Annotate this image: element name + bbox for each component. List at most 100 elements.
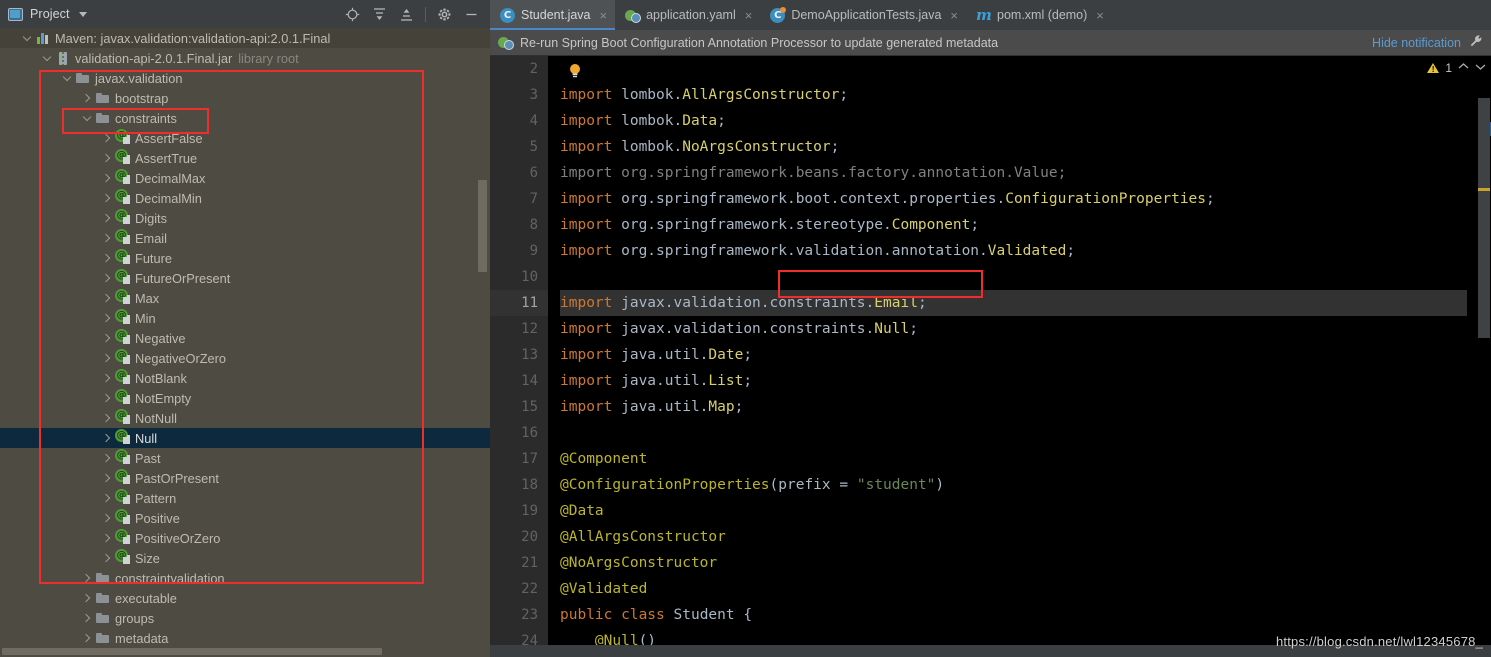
tree-row[interactable]: executable [0,588,490,608]
tree-row[interactable]: NegativeOrZero [0,348,490,368]
chevron-right-icon[interactable] [100,132,113,145]
code-line[interactable] [560,56,1491,82]
chevron-right-icon[interactable] [100,352,113,365]
tree-row[interactable]: PastOrPresent [0,468,490,488]
tree-row[interactable]: Min [0,308,490,328]
chevron-right-icon[interactable] [100,472,113,485]
code-line[interactable]: @Component [560,446,1491,472]
next-problem-icon[interactable] [1475,62,1486,74]
chevron-right-icon[interactable] [100,152,113,165]
code-line[interactable]: @NoArgsConstructor [560,550,1491,576]
tree-row[interactable]: Maven: javax.validation:validation-api:2… [0,28,490,48]
chevron-right-icon[interactable] [100,172,113,185]
project-tree-vertical-scrollbar[interactable] [478,180,487,272]
chevron-right-icon[interactable] [100,192,113,205]
chevron-right-icon[interactable] [100,392,113,405]
expand-all-icon[interactable] [371,6,388,23]
code-line[interactable]: public class Student { [560,602,1491,628]
project-panel-title-group[interactable]: Project [8,7,87,21]
tree-row[interactable]: DecimalMin [0,188,490,208]
line-number[interactable]: 5 [490,134,548,160]
chevron-right-icon[interactable] [100,412,113,425]
close-icon[interactable]: × [600,8,608,23]
line-number[interactable]: 8 [490,212,548,238]
line-number[interactable]: 2 [490,56,548,82]
code-editor[interactable]: 2 3 4 5 6 7 8 9 10 11 12 13 14 15 16 17 18 19 20 21 22 23 24 i… [490,56,1491,657]
code-line[interactable]: import lombok.NoArgsConstructor; [560,134,1491,160]
tree-row[interactable]: Future [0,248,490,268]
line-number[interactable]: 3 [490,82,548,108]
editor-tab[interactable]: Student.java × [490,0,616,30]
tree-row[interactable]: PositiveOrZero [0,528,490,548]
line-number[interactable]: 9 [490,238,548,264]
tree-row[interactable]: constraintvalidation [0,568,490,588]
chevron-right-icon[interactable] [100,532,113,545]
chevron-right-icon[interactable] [100,492,113,505]
chevron-right-icon[interactable] [100,552,113,565]
editor-tab[interactable]: pom.xml (demo) × [966,0,1112,30]
code-line[interactable]: import lombok.AllArgsConstructor; [560,82,1491,108]
line-number[interactable]: 22 [490,576,548,602]
chevron-right-icon[interactable] [100,372,113,385]
close-icon[interactable]: × [950,8,958,23]
tree-row[interactable]: NotBlank [0,368,490,388]
tree-row[interactable]: Size [0,548,490,568]
tree-row[interactable]: FutureOrPresent [0,268,490,288]
line-number[interactable]: 10 [490,264,548,290]
line-number[interactable]: 6 [490,160,548,186]
line-number[interactable]: 21 [490,550,548,576]
line-number[interactable]: 18 [490,472,548,498]
code-line[interactable] [560,420,1491,446]
code-line[interactable]: import java.util.Date; [560,342,1491,368]
tree-row[interactable]: Positive [0,508,490,528]
code-line[interactable]: import lombok.Data; [560,108,1491,134]
chevron-right-icon[interactable] [100,332,113,345]
intention-bulb-icon[interactable] [568,62,582,78]
editor-code-content[interactable]: import lombok.AllArgsConstructor; import … [548,56,1491,657]
chevron-right-icon[interactable] [100,432,113,445]
tree-row[interactable]: Past [0,448,490,468]
line-number[interactable]: 4 [490,108,548,134]
chevron-down-icon[interactable] [60,72,73,85]
chevron-right-icon[interactable] [80,592,93,605]
line-number[interactable]: 19 [490,498,548,524]
code-line[interactable]: import org.springframework.boot.context.… [560,186,1491,212]
tree-row[interactable]: DecimalMax [0,168,490,188]
project-tree[interactable]: Maven: javax.validation:validation-api:2… [0,28,490,657]
tree-row[interactable]: NotEmpty [0,388,490,408]
close-icon[interactable]: × [745,8,753,23]
code-line[interactable]: import java.util.Map; [560,394,1491,420]
chevron-down-icon[interactable] [80,112,93,125]
tree-row[interactable]: javax.validation [0,68,490,88]
chevron-right-icon[interactable] [80,572,93,585]
tree-row[interactable]: Null [0,428,490,448]
tree-row[interactable]: validation-api-2.0.1.Final.jar library ro… [0,48,490,68]
tree-row[interactable]: Max [0,288,490,308]
tree-row[interactable]: metadata [0,628,490,648]
tree-row[interactable]: groups [0,608,490,628]
chevron-right-icon[interactable] [80,632,93,645]
collapse-all-icon[interactable] [398,6,415,23]
line-number[interactable]: 20 [490,524,548,550]
line-number[interactable]: 11 [490,290,548,316]
close-icon[interactable]: × [1096,8,1104,23]
code-line[interactable]: @Validated [560,576,1491,602]
locate-icon[interactable] [344,6,361,23]
chevron-down-icon[interactable] [40,52,53,65]
editor-tab[interactable]: DemoApplicationTests.java × [760,0,966,30]
tree-row[interactable]: AssertTrue [0,148,490,168]
code-line[interactable]: @Data [560,498,1491,524]
code-line[interactable]: import java.util.List; [560,368,1491,394]
code-line[interactable]: @AllArgsConstructor [560,524,1491,550]
tree-row[interactable]: AssertFalse [0,128,490,148]
code-line[interactable]: @ConfigurationProperties(prefix = "stude… [560,472,1491,498]
line-number[interactable]: 12 [490,316,548,342]
editor-tab[interactable]: application.yaml × [615,0,760,30]
minimize-icon[interactable] [463,6,480,23]
hide-notification-link[interactable]: Hide notification [1372,36,1461,50]
wrench-icon[interactable] [1469,34,1483,51]
project-tree-horizontal-scrollbar[interactable] [2,648,382,655]
tree-row[interactable]: bootstrap [0,88,490,108]
code-line[interactable]: import org.springframework.validation.an… [560,238,1491,264]
editor-vertical-scrollbar[interactable] [1478,98,1490,338]
